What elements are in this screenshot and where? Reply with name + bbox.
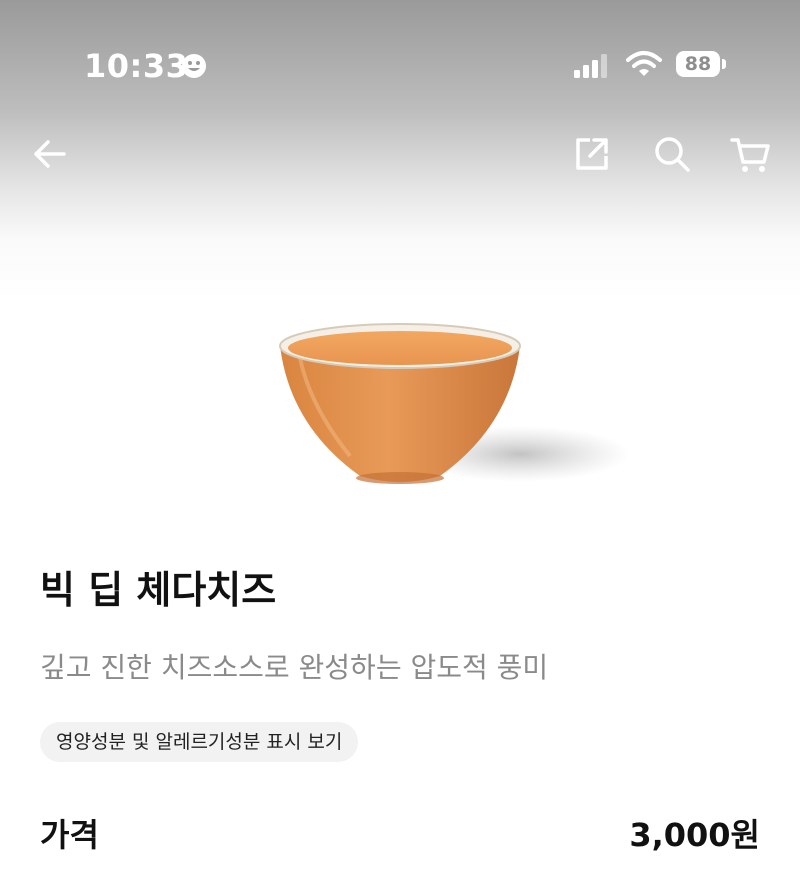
nutrition-allergy-info-button[interactable]: 영양성분 및 알레르기성분 표시 보기 xyxy=(40,722,359,762)
cart-button[interactable] xyxy=(728,132,772,176)
status-time: 10:33 xyxy=(84,47,189,85)
search-icon xyxy=(655,137,690,172)
battery-indicator: 88 xyxy=(676,51,720,77)
product-detail-screen: 10:33 88 빅 딥 체다치즈 깊고 진한 치즈소스로 완성하는 압도적 풍… xyxy=(0,0,800,869)
price-value: 3,000원 xyxy=(629,816,760,854)
share-icon xyxy=(576,138,608,170)
smiley-face-icon xyxy=(182,54,206,78)
cart-icon xyxy=(730,138,770,172)
battery-tip xyxy=(722,59,726,69)
product-name: 빅 딥 체다치즈 xyxy=(40,568,277,612)
back-button[interactable] xyxy=(28,132,72,176)
price-label: 가격 xyxy=(40,816,99,854)
arrow-left-icon xyxy=(34,140,66,168)
cellular-signal-icon xyxy=(574,54,607,78)
product-description: 깊고 진한 치즈소스로 완성하는 압도적 풍미 xyxy=(40,651,549,684)
wifi-icon xyxy=(626,51,662,76)
share-button[interactable] xyxy=(570,132,614,176)
cheese-sauce-bowl-image xyxy=(279,323,630,484)
search-button[interactable] xyxy=(650,132,694,176)
